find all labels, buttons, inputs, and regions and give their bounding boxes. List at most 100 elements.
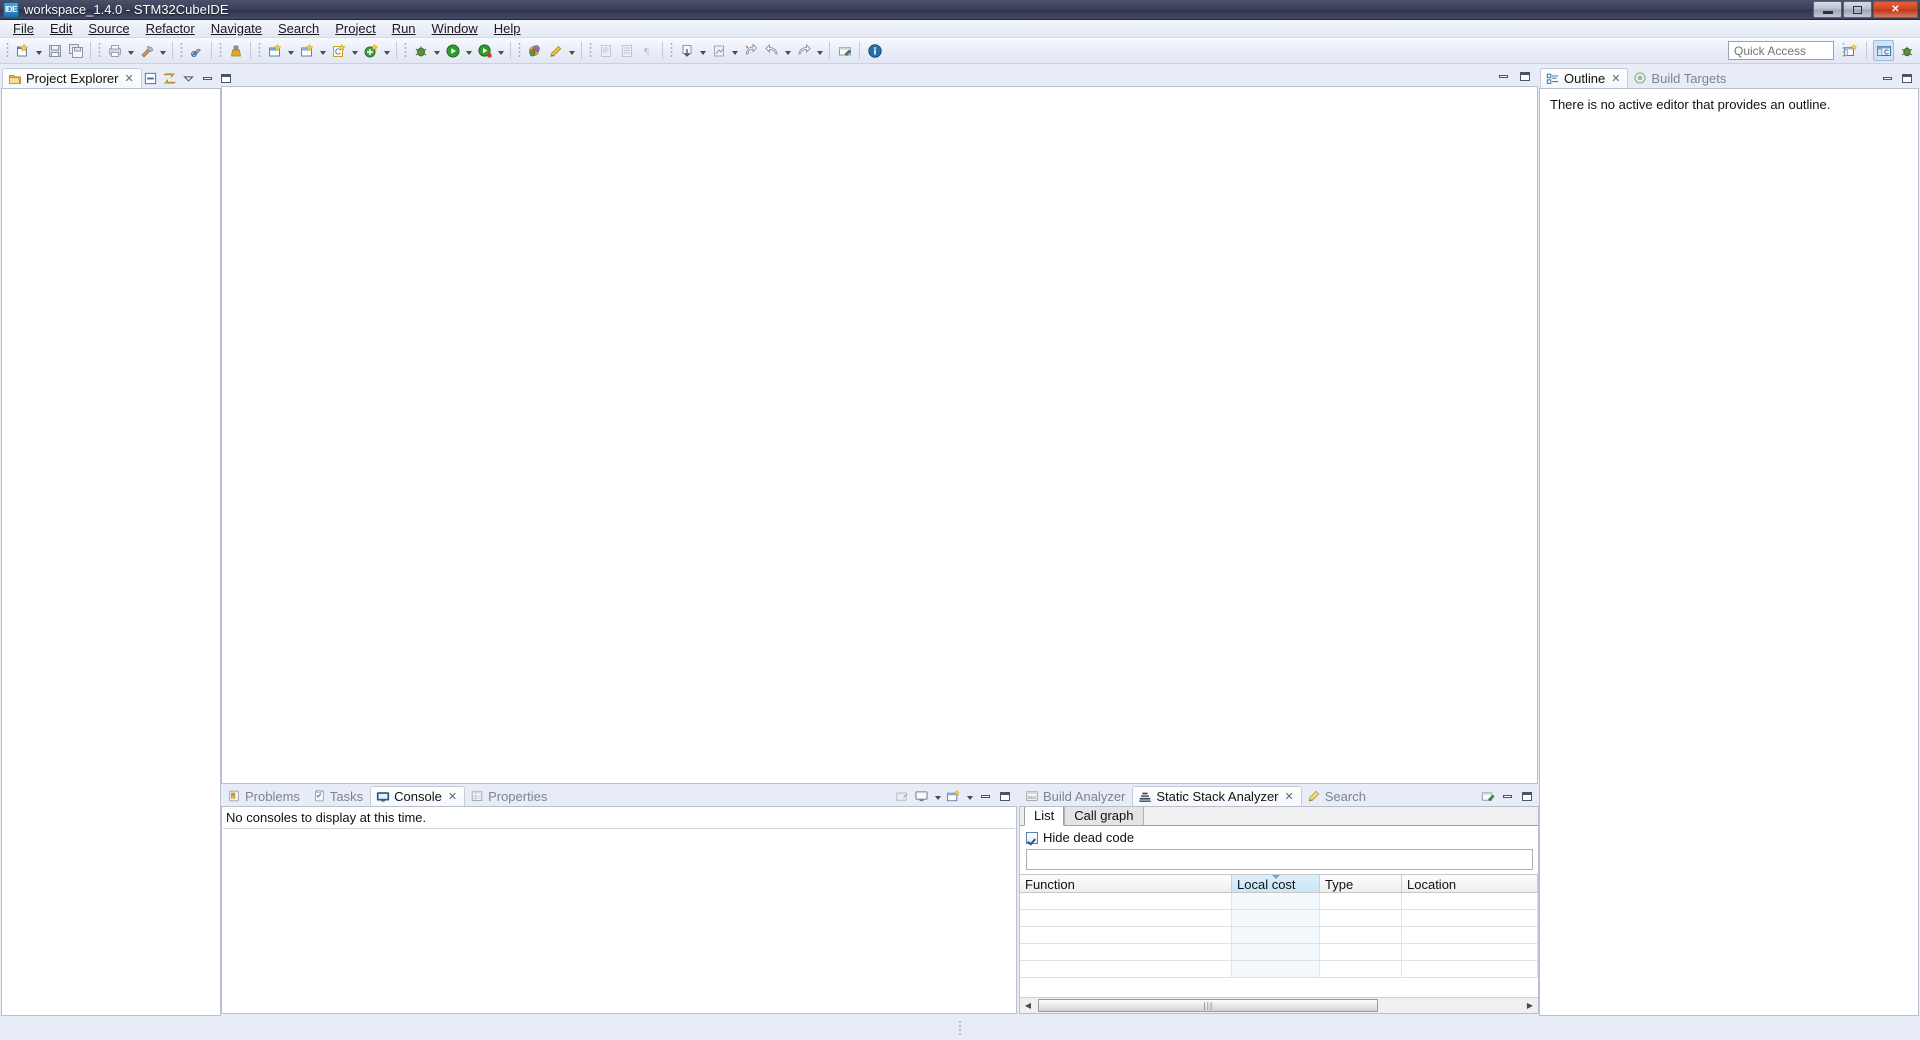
menu-help[interactable]: Help [486, 20, 529, 38]
open-console-button[interactable] [894, 788, 911, 805]
tab-project-explorer[interactable]: Project Explorer ✕ [2, 68, 142, 88]
minimize-view-button[interactable] [199, 70, 216, 87]
save-all-button[interactable] [65, 40, 86, 61]
toolbar-grip-8[interactable] [589, 42, 592, 59]
link-with-editor-button[interactable] [161, 70, 178, 87]
menu-navigate[interactable]: Navigate [203, 20, 270, 38]
maximize-editor-button[interactable] [1516, 68, 1533, 85]
menu-file[interactable]: File [5, 20, 42, 38]
toolbar-grip-7[interactable] [518, 42, 521, 59]
show-whitespace-button[interactable]: ¶ [637, 40, 658, 61]
menu-window[interactable]: Window [424, 20, 486, 38]
scroll-left-arrow-icon[interactable]: ◀ [1020, 998, 1036, 1013]
close-icon[interactable]: ✕ [448, 790, 457, 803]
view-menu-button[interactable] [180, 70, 197, 87]
forward-dropdown-arrow[interactable] [814, 40, 825, 61]
minimize-console-button[interactable] [977, 788, 994, 805]
open-element-button[interactable] [616, 40, 637, 61]
hide-dead-code-checkbox[interactable] [1026, 832, 1038, 844]
minimize-analyzer-button[interactable] [1499, 788, 1516, 805]
maximize-analyzer-button[interactable] [1518, 788, 1535, 805]
quick-access-input[interactable] [1728, 41, 1834, 60]
menu-source[interactable]: Source [80, 20, 137, 38]
project-explorer-tree[interactable] [1, 88, 221, 1016]
toolbar-grip[interactable] [6, 42, 9, 59]
back-dropdown-arrow[interactable] [782, 40, 793, 61]
close-icon[interactable]: ✕ [124, 72, 133, 85]
toolbar-grip-3[interactable] [180, 42, 183, 59]
close-icon[interactable]: ✕ [1611, 72, 1620, 85]
new-cpp-project-button[interactable]: C [328, 40, 349, 61]
display-selected-console-button[interactable] [913, 788, 930, 805]
new-console-view-button[interactable] [945, 788, 962, 805]
next-annotation-button[interactable] [676, 40, 697, 61]
search-button[interactable] [524, 40, 545, 61]
ssa-tab-list[interactable]: List [1024, 806, 1064, 826]
open-type-button[interactable] [595, 40, 616, 61]
new-element-dropdown-arrow[interactable] [381, 40, 392, 61]
cpp-perspective-button[interactable]: C [1873, 40, 1894, 61]
tab-tasks[interactable]: Tasks [307, 786, 370, 806]
new-config-button[interactable] [264, 40, 285, 61]
pin-editor-button[interactable] [834, 40, 855, 61]
column-header-type[interactable]: Type [1320, 875, 1402, 893]
scroll-right-arrow-icon[interactable]: ▶ [1522, 998, 1538, 1013]
previous-annotation-dropdown-arrow[interactable] [729, 40, 740, 61]
new-cpp-project-dropdown-arrow[interactable] [349, 40, 360, 61]
info-button[interactable] [864, 40, 885, 61]
new-console-dropdown-arrow[interactable] [964, 788, 975, 805]
skip-breakpoints-dropdown-arrow[interactable] [566, 40, 577, 61]
resize-grip-icon[interactable] [958, 1020, 962, 1036]
tab-static-stack-analyzer[interactable]: Static Stack Analyzer ✕ [1132, 786, 1301, 806]
forward-button[interactable] [793, 40, 814, 61]
tab-build-analyzer[interactable]: 010 Build Analyzer [1020, 786, 1132, 806]
editor-empty-surface[interactable] [221, 86, 1538, 784]
ssa-tab-call-graph[interactable]: Call graph [1064, 806, 1143, 825]
scrollbar-track[interactable]: ||| [1036, 998, 1522, 1013]
scrollbar-thumb[interactable]: ||| [1038, 999, 1378, 1012]
debug-perspective-button[interactable] [1896, 40, 1917, 61]
table-row[interactable] [1020, 961, 1538, 978]
close-window-button[interactable]: ✕ [1873, 1, 1918, 18]
tab-properties[interactable]: Properties [465, 786, 554, 806]
horizontal-scrollbar[interactable]: ◀ ||| ▶ [1020, 997, 1538, 1013]
hide-dead-code-row[interactable]: Hide dead code [1020, 826, 1538, 849]
toolbar-grip-5[interactable] [258, 42, 261, 59]
menu-refactor[interactable]: Refactor [138, 20, 203, 38]
display-console-dropdown-arrow[interactable] [932, 788, 943, 805]
next-annotation-dropdown-arrow[interactable] [697, 40, 708, 61]
minimize-window-button[interactable] [1813, 1, 1842, 18]
build-dropdown-arrow[interactable] [157, 40, 168, 61]
collapse-all-button[interactable] [142, 70, 159, 87]
build-all-button[interactable] [225, 40, 246, 61]
maximize-outline-button[interactable] [1898, 70, 1915, 87]
print-dropdown-arrow[interactable] [125, 40, 136, 61]
maximize-console-button[interactable] [996, 788, 1013, 805]
back-button[interactable] [761, 40, 782, 61]
run-last-dropdown-arrow[interactable] [495, 40, 506, 61]
tab-console[interactable]: Console ✕ [370, 786, 465, 806]
new-button[interactable] [12, 40, 33, 61]
new-element-button[interactable] [360, 40, 381, 61]
debug-dropdown-arrow[interactable] [431, 40, 442, 61]
minimize-editor-button[interactable] [1495, 68, 1512, 85]
toolbar-grip-6[interactable] [404, 42, 407, 59]
filter-input[interactable] [1026, 849, 1533, 870]
build-button[interactable] [136, 40, 157, 61]
restore-window-button[interactable] [1843, 1, 1872, 18]
maximize-view-button[interactable] [218, 70, 235, 87]
toolbar-grip-2[interactable] [98, 42, 101, 59]
stack-table-rows[interactable] [1020, 893, 1538, 997]
clean-button[interactable] [186, 40, 207, 61]
table-row[interactable] [1020, 893, 1538, 910]
new-c-project-dropdown-arrow[interactable] [317, 40, 328, 61]
tab-outline[interactable]: Outline ✕ [1540, 68, 1628, 88]
run-last-button[interactable] [474, 40, 495, 61]
close-icon[interactable]: ✕ [1285, 790, 1294, 803]
skip-breakpoints-button[interactable] [545, 40, 566, 61]
menu-project[interactable]: Project [327, 20, 383, 38]
last-edit-location-button[interactable] [740, 40, 761, 61]
toolbar-grip-9[interactable] [670, 42, 673, 59]
outline-content[interactable]: There is no active editor that provides … [1539, 88, 1919, 1016]
menu-edit[interactable]: Edit [42, 20, 80, 38]
